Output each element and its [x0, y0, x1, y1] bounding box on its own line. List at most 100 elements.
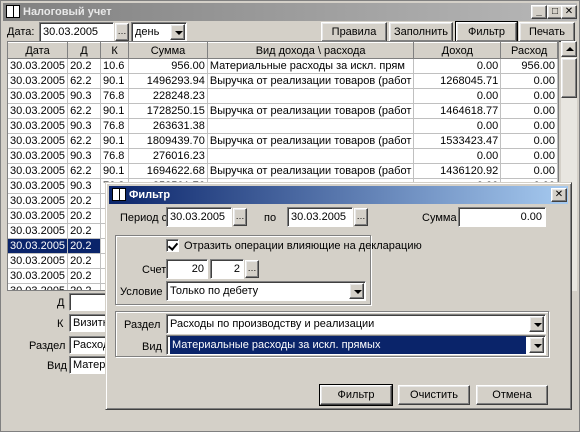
column-header[interactable]: Дата [8, 42, 69, 59]
period-select[interactable]: день [131, 22, 187, 42]
table-cell[interactable]: 276016.23 [128, 148, 208, 164]
table-cell[interactable]: 90.3 [67, 148, 101, 164]
table-cell[interactable]: 0.00 [413, 88, 502, 104]
date-picker-button[interactable]: … [115, 23, 129, 41]
table-cell[interactable]: 76.8 [100, 118, 130, 134]
table-cell[interactable]: 30.03.2005 [8, 208, 69, 224]
table-row[interactable]: 30.03.2005 90.3 76.8 263631.38 0.00 0.00 [8, 118, 558, 134]
table-cell[interactable]: Выручка от реализации товаров (работ [207, 163, 415, 179]
table-cell[interactable]: 0.00 [500, 163, 558, 179]
table-cell[interactable]: 20.2 [67, 58, 101, 74]
table-cell[interactable]: 10.6 [100, 58, 130, 74]
chevron-down-icon[interactable] [529, 316, 544, 332]
period-from-input[interactable]: 30.03.2005 [166, 207, 232, 227]
table-cell[interactable]: 62.2 [67, 103, 101, 119]
table-cell[interactable]: 30.03.2005 [8, 223, 69, 239]
table-cell[interactable]: 76.8 [100, 88, 130, 104]
table-cell[interactable] [207, 88, 415, 104]
fill-button[interactable]: Заполнить [389, 22, 453, 42]
table-cell[interactable]: 30.03.2005 [8, 103, 69, 119]
table-cell[interactable]: 30.03.2005 [8, 253, 69, 269]
period-from-picker-button[interactable]: … [233, 208, 247, 226]
table-cell[interactable]: 0.00 [413, 58, 502, 74]
table-cell[interactable]: 20.2 [67, 238, 101, 254]
table-cell[interactable]: 20.2 [67, 283, 101, 290]
table-cell[interactable]: 90.1 [100, 133, 130, 149]
filter-section-select[interactable]: Расходы по производству и реализации [166, 314, 546, 334]
table-cell[interactable]: 1809439.70 [128, 133, 208, 149]
table-cell[interactable]: 30.03.2005 [8, 193, 69, 209]
table-cell[interactable]: 228248.23 [128, 88, 208, 104]
filter-dialog-titlebar[interactable]: Фильтр ✕ [109, 186, 568, 204]
table-cell[interactable]: 30.03.2005 [8, 283, 69, 290]
table-cell[interactable]: 0.00 [500, 118, 558, 134]
table-row[interactable]: 30.03.2005 62.2 90.1 1694622.68 Выручка от р… [8, 163, 558, 179]
table-cell[interactable]: 30.03.2005 [8, 133, 69, 149]
scroll-up-button[interactable] [561, 41, 577, 57]
table-cell[interactable]: Выручка от реализации товаров (работ [207, 103, 415, 119]
account-sub-input[interactable]: 2 [210, 259, 244, 279]
table-cell[interactable]: 1694622.68 [128, 163, 208, 179]
table-cell[interactable]: 90.1 [100, 103, 130, 119]
filter-button[interactable]: Фильтр [455, 21, 518, 43]
declaration-checkbox-label[interactable]: Отразить операции влияющие на декларацию [184, 239, 422, 253]
sum-input[interactable]: 0.00 [458, 207, 546, 227]
minimize-button[interactable]: _ [531, 5, 547, 19]
table-cell[interactable]: 90.3 [67, 88, 101, 104]
table-cell[interactable]: 956.00 [128, 58, 208, 74]
table-cell[interactable]: 0.00 [500, 103, 558, 119]
column-header[interactable]: Доход [413, 42, 502, 59]
table-cell[interactable]: 62.2 [67, 73, 101, 89]
table-cell[interactable]: 30.03.2005 [8, 73, 69, 89]
table-cell[interactable]: 30.03.2005 [8, 238, 69, 254]
condition-select[interactable]: Только по дебету [166, 281, 366, 301]
table-cell[interactable]: 1728250.15 [128, 103, 208, 119]
table-row[interactable]: 30.03.2005 62.2 90.1 1496293.94 Выручка от р… [8, 73, 558, 89]
table-cell[interactable]: 1496293.94 [128, 73, 208, 89]
table-cell[interactable]: 30.03.2005 [8, 58, 69, 74]
rules-button[interactable]: Правила [321, 22, 387, 42]
print-button[interactable]: Печать [519, 22, 575, 42]
table-cell[interactable]: 30.03.2005 [8, 148, 69, 164]
table-row[interactable]: 30.03.2005 90.3 76.8 228248.23 0.00 0.00 [8, 88, 558, 104]
date-input[interactable]: 30.03.2005 [39, 22, 114, 42]
table-cell[interactable]: 0.00 [413, 148, 502, 164]
table-cell[interactable]: 1533423.47 [413, 133, 502, 149]
period-to-picker-button[interactable]: … [354, 208, 368, 226]
table-cell[interactable]: 1464618.77 [413, 103, 502, 119]
table-cell[interactable]: 0.00 [500, 73, 558, 89]
table-cell[interactable]: Выручка от реализации товаров (работ [207, 73, 415, 89]
k-field[interactable]: Визитк [69, 314, 109, 332]
d-field[interactable] [69, 293, 109, 311]
table-cell[interactable]: 0.00 [413, 118, 502, 134]
account-main-input[interactable]: 20 [166, 259, 208, 279]
period-to-input[interactable]: 30.03.2005 [287, 207, 353, 227]
clear-filter-button[interactable]: Очистить [398, 385, 470, 405]
table-row[interactable]: 30.03.2005 62.2 90.1 1809439.70 Выручка от р… [8, 133, 558, 149]
dialog-close-button[interactable]: ✕ [551, 188, 567, 202]
column-header[interactable]: Сумма [128, 42, 208, 59]
close-button[interactable]: ✕ [561, 5, 577, 19]
table-cell[interactable]: 76.8 [100, 148, 130, 164]
account-picker-button[interactable]: … [245, 260, 259, 278]
section-field[interactable]: Расход [69, 336, 109, 354]
column-header[interactable]: Вид дохода \ расхода [207, 42, 415, 59]
table-cell[interactable]: 90.1 [100, 163, 130, 179]
table-cell[interactable]: 0.00 [500, 88, 558, 104]
table-cell[interactable]: 20.2 [67, 268, 101, 284]
table-cell[interactable]: 30.03.2005 [8, 178, 69, 194]
table-cell[interactable]: 90.3 [67, 118, 101, 134]
table-row[interactable]: 30.03.2005 90.3 76.8 276016.23 0.00 0.00 [8, 148, 558, 164]
column-header[interactable]: К [100, 42, 130, 59]
table-cell[interactable]: 0.00 [500, 133, 558, 149]
chevron-down-icon[interactable] [170, 24, 185, 40]
table-cell[interactable]: 30.03.2005 [8, 163, 69, 179]
table-cell[interactable]: 263631.38 [128, 118, 208, 134]
main-titlebar[interactable]: Налоговый учет _ □ ✕ [3, 3, 577, 21]
table-cell[interactable]: 30.03.2005 [8, 118, 69, 134]
table-cell[interactable]: 90.1 [100, 73, 130, 89]
declaration-checkbox[interactable] [166, 239, 179, 252]
kind-field[interactable]: Матери [69, 356, 111, 374]
table-cell[interactable]: 20.2 [67, 208, 101, 224]
table-cell[interactable]: 20.2 [67, 193, 101, 209]
